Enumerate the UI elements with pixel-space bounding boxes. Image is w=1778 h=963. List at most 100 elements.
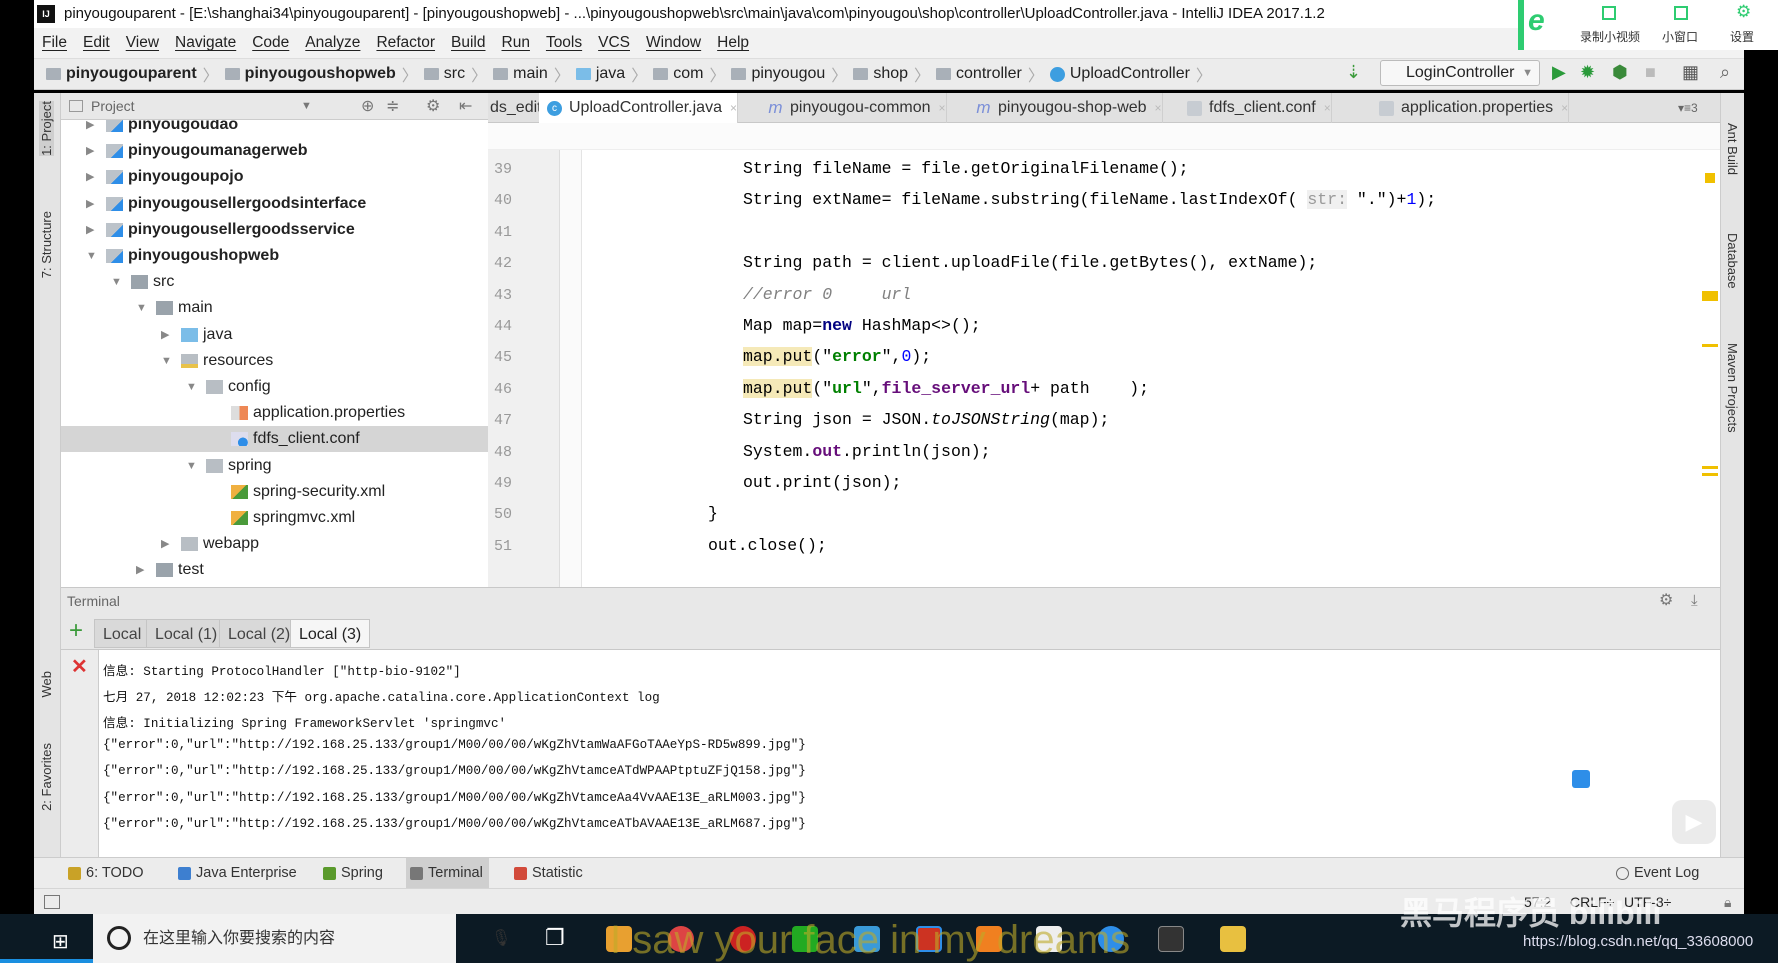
tool-button-statistic[interactable]: Statistic xyxy=(510,858,583,889)
marker[interactable] xyxy=(1702,344,1718,347)
toggle-tool-windows-icon[interactable] xyxy=(44,895,60,909)
close-tab-icon[interactable]: × xyxy=(939,101,946,115)
expanded-arrow-icon[interactable]: ▼ xyxy=(186,374,198,400)
menu-help[interactable]: Help xyxy=(717,34,749,52)
tool-button-terminal[interactable]: Terminal xyxy=(406,858,489,889)
play-icon[interactable]: ▶ xyxy=(1672,800,1716,844)
breadcrumb-item[interactable]: java 〉 xyxy=(575,62,647,86)
menu-window[interactable]: Window xyxy=(646,34,701,52)
expanded-arrow-icon[interactable]: ▼ xyxy=(161,348,173,374)
project-panel-title[interactable]: Project xyxy=(91,98,135,114)
search-icon[interactable]: ⌕ xyxy=(1720,62,1730,83)
close-tab-icon[interactable]: × xyxy=(1561,101,1568,115)
error-stripe[interactable] xyxy=(1700,123,1720,587)
close-tab-icon[interactable]: × xyxy=(730,101,737,115)
terminal-tab[interactable]: Local (1) xyxy=(146,619,227,648)
menu-edit[interactable]: Edit xyxy=(83,34,110,52)
menu-view[interactable]: View xyxy=(126,34,159,52)
breadcrumb-item[interactable]: shop 〉 xyxy=(853,62,930,86)
editor-tab[interactable]: c UploadController.java × xyxy=(539,93,738,123)
menu-file[interactable]: File xyxy=(42,34,67,52)
gear-icon[interactable]: ⚙ xyxy=(1659,588,1673,614)
hide-panel-icon[interactable]: ⤓ xyxy=(1691,588,1698,614)
tree-item[interactable]: ▶ pinyougousellergoodsinterface xyxy=(61,191,488,217)
debug-icon[interactable]: ✹ xyxy=(1580,62,1595,83)
menu-refactor[interactable]: Refactor xyxy=(376,34,435,52)
tool-window-ant-build[interactable]: Ant Build xyxy=(1725,123,1740,175)
terminal-taskbar-icon[interactable] xyxy=(1158,926,1184,952)
tool-button--todo[interactable]: 6: TODO xyxy=(64,858,143,889)
file-explorer-icon[interactable] xyxy=(1220,926,1246,952)
tree-item[interactable]: application.properties xyxy=(61,400,488,426)
close-tab-icon[interactable]: × xyxy=(1155,101,1162,115)
record-video-button[interactable]: 录制小视频 xyxy=(1580,28,1640,45)
run-icon[interactable]: ▶ xyxy=(1552,62,1566,83)
tree-item[interactable]: springmvc.xml xyxy=(61,505,488,531)
tree-item[interactable]: ▼ src xyxy=(61,269,488,295)
event-log-button[interactable]: Event Log xyxy=(1612,858,1699,889)
menu-tools[interactable]: Tools xyxy=(546,34,582,52)
taskbar-search-input[interactable]: 在这里输入你要搜索的内容 🎙︎ xyxy=(93,914,511,963)
editor-tab[interactable]: fdfs_client.conf × xyxy=(1179,93,1332,123)
terminal-tab[interactable]: Local xyxy=(94,619,151,648)
task-view-icon[interactable]: ❐ xyxy=(545,925,565,951)
marker[interactable] xyxy=(1702,473,1718,476)
hide-icon[interactable]: ⇤ xyxy=(459,93,472,120)
breadcrumb-item[interactable]: UploadController 〉 xyxy=(1049,62,1212,86)
lock-icon[interactable]: 🔒︎ xyxy=(1724,889,1731,915)
close-tab-icon[interactable]: × xyxy=(1324,101,1331,115)
marker[interactable] xyxy=(1702,291,1718,301)
tool-window-database[interactable]: Database xyxy=(1725,233,1740,289)
menu-analyze[interactable]: Analyze xyxy=(305,34,360,52)
expanded-arrow-icon[interactable]: ▼ xyxy=(136,295,148,321)
tree-item[interactable]: fdfs_client.conf xyxy=(61,426,488,453)
gear-icon[interactable]: ⚙ xyxy=(426,93,440,120)
tree-item[interactable]: ▼ config xyxy=(61,374,488,400)
sort-icon[interactable]: ⇣ xyxy=(1346,62,1361,83)
tree-item[interactable]: ▼ spring xyxy=(61,453,488,479)
tree-item[interactable]: ▶ test xyxy=(61,557,488,583)
expanded-arrow-icon[interactable]: ▼ xyxy=(186,453,198,479)
menu-code[interactable]: Code xyxy=(252,34,289,52)
tab-overflow-button[interactable]: ▾≡3 xyxy=(1678,93,1698,123)
tool-window-project[interactable]: 1: Project xyxy=(39,101,54,156)
warning-marker[interactable] xyxy=(1705,173,1715,183)
menu-run[interactable]: Run xyxy=(502,34,530,52)
tree-item[interactable]: ▶ pinyougoupojo xyxy=(61,164,488,190)
collapsed-arrow-icon[interactable]: ▶ xyxy=(86,191,98,217)
breadcrumb-item[interactable]: src 〉 xyxy=(423,62,487,86)
menu-build[interactable]: Build xyxy=(451,34,485,52)
editor-tab[interactable]: m pinyougou-common × xyxy=(760,93,947,123)
coverage-icon[interactable]: ⬢ xyxy=(1612,62,1628,83)
tool-window-structure[interactable]: 7: Structure xyxy=(39,211,54,278)
tool-button-spring[interactable]: Spring xyxy=(319,858,383,889)
collapsed-arrow-icon[interactable]: ▶ xyxy=(86,120,98,138)
collapsed-arrow-icon[interactable]: ▶ xyxy=(161,322,173,348)
tool-window-web[interactable]: Web xyxy=(39,671,54,698)
tree-item[interactable]: ▶ java xyxy=(61,322,488,348)
terminal-output[interactable]: ▶ 信息: Starting ProtocolHandler ["http-bi… xyxy=(99,650,1720,857)
collapsed-arrow-icon[interactable]: ▶ xyxy=(86,217,98,243)
tree-item[interactable]: ▶ webapp xyxy=(61,531,488,557)
locate-icon[interactable]: ⊕ xyxy=(361,93,374,120)
collapsed-arrow-icon[interactable]: ▶ xyxy=(161,531,173,557)
tree-item[interactable]: ▼ resources xyxy=(61,348,488,374)
breadcrumb-item[interactable]: pinyougouparent 〉 xyxy=(46,62,219,86)
breadcrumb-item[interactable]: pinyougou 〉 xyxy=(731,62,847,86)
expanded-arrow-icon[interactable]: ▼ xyxy=(86,243,98,269)
add-terminal-icon[interactable]: + xyxy=(69,617,83,645)
breadcrumb-item[interactable]: main 〉 xyxy=(493,62,570,86)
editor-tab[interactable]: application.properties × xyxy=(1371,93,1570,123)
menu-navigate[interactable]: Navigate xyxy=(175,34,236,52)
run-config-select[interactable]: LoginController ▼ xyxy=(1380,60,1540,86)
marker[interactable] xyxy=(1702,466,1718,469)
collapsed-arrow-icon[interactable]: ▶ xyxy=(136,557,148,583)
collapsed-arrow-icon[interactable]: ▶ xyxy=(86,138,98,164)
chevron-down-icon[interactable]: ▼ xyxy=(301,93,312,120)
microphone-icon[interactable]: 🎙︎ xyxy=(491,914,511,963)
input-method-icon[interactable] xyxy=(1572,770,1590,788)
tree-item[interactable]: ▼ pinyougoushopweb xyxy=(61,243,488,269)
breadcrumb-item[interactable]: controller 〉 xyxy=(936,62,1044,86)
project-structure-icon[interactable]: ▦ xyxy=(1682,62,1699,83)
tree-item[interactable]: spring-security.xml xyxy=(61,479,488,505)
